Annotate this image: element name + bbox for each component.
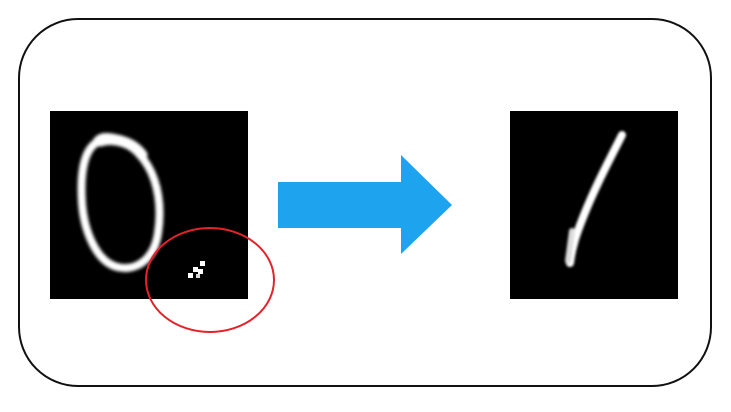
one-stroke — [565, 131, 626, 267]
digit-zero-drawing — [77, 133, 205, 278]
output-digit-one-image — [510, 111, 678, 299]
zero-stroke — [77, 133, 164, 272]
digit-one-drawing — [565, 131, 626, 267]
right-arrow-icon — [278, 155, 452, 254]
pixel-patch — [188, 261, 205, 278]
input-digit-zero-image — [50, 111, 248, 299]
